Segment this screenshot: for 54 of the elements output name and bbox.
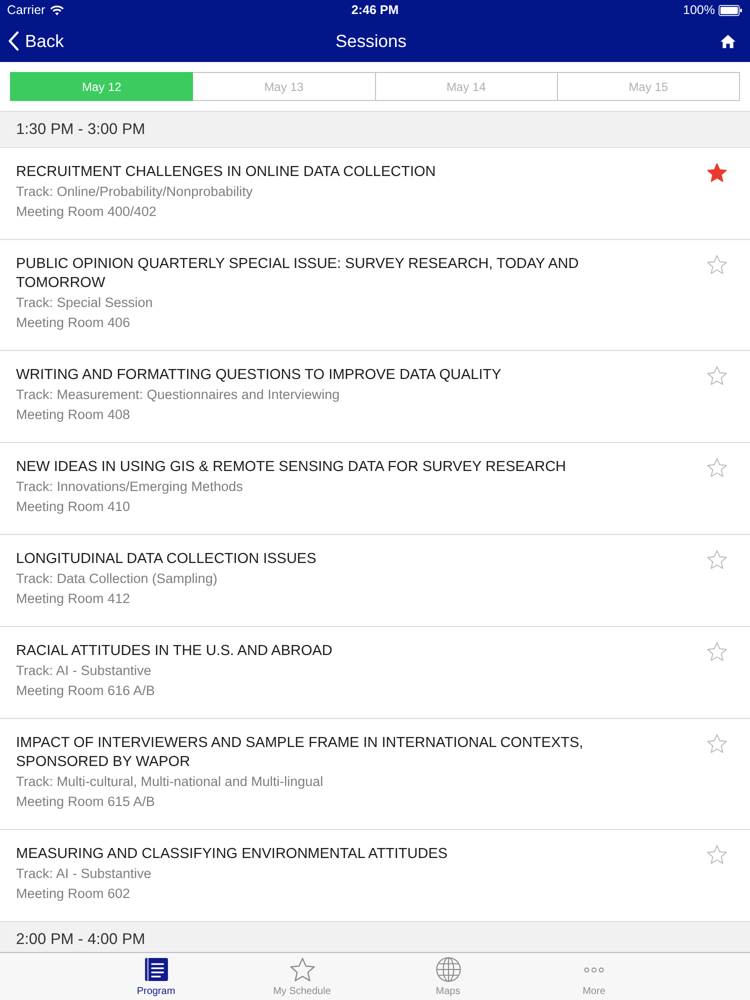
session-track: Track: AI - Substantive	[16, 865, 152, 883]
session-title: WRITING AND FORMATTING QUESTIONS TO IMPROVE DATA QUALITY	[16, 366, 502, 385]
carrier-label: Carrier	[7, 3, 46, 17]
star-icon[interactable]	[707, 255, 727, 274]
session-track: Track: Data Collection (Sampling)	[16, 570, 218, 588]
battery-percent: 100%	[683, 3, 715, 17]
home-icon[interactable]	[720, 34, 736, 48]
globe-icon	[436, 957, 460, 982]
session-room: Meeting Room 602	[16, 885, 132, 903]
star-outline-icon	[290, 957, 314, 982]
session-track: Track: Multi-cultural, Multi-national and Multi-lingual	[16, 773, 324, 791]
session-title: RECRUITMENT CHALLENGES IN ONLINE DATA COLLECTION	[16, 163, 437, 182]
session-room: Meeting Room 408	[16, 406, 132, 424]
session-row[interactable]: RACIAL ATTITUDES IN THE U.S. AND ABROAD Track: AI - Substantive Meeting Room 616 A/B	[0, 627, 750, 719]
session-row[interactable]: MEASURING AND CLASSIFYING ENVIRONMENTAL ATTITUDES Track: AI - Substantive Meeting Room 602	[0, 830, 750, 922]
session-title: NEW IDEAS IN USING GIS & REMOTE SENSING DATA FOR SURVEY RESEARCH	[16, 458, 568, 477]
battery-icon	[718, 4, 743, 16]
session-title: LONGITUDINAL DATA COLLECTION ISSUES	[16, 550, 318, 569]
session-title: RACIAL ATTITUDES IN THE U.S. AND ABROAD	[16, 642, 334, 661]
star-icon[interactable]	[707, 734, 727, 753]
ellipsis-icon	[584, 967, 604, 973]
star-icon[interactable]	[707, 642, 727, 661]
status-time: 2:46 PM	[351, 3, 399, 17]
session-track: Track: Innovations/Emerging Methods	[16, 478, 244, 496]
session-title: MEASURING AND CLASSIFYING ENVIRONMENTAL ATTITUDES	[16, 845, 449, 864]
session-row[interactable]: WRITING AND FORMATTING QUESTIONS TO IMPROVE DATA QUALITY Track: Measurement: Questionnaires and Interviewing Meeting Room 408	[0, 351, 750, 443]
session-track: Track: Online/Probability/Nonprobability	[16, 183, 254, 201]
session-row[interactable]: IMPACT OF INTERVIEWERS AND SAMPLE FRAME IN INTERNATIONAL CONTEXTS, SPONSORED BY WAPOR Track: Multi-cultural, Multi-national and Multi-lingual Meeting Room 615 A/B	[0, 719, 750, 830]
session-title: PUBLIC OPINION QUARTERLY SPECIAL ISSUE: SURVEY RESEARCH, TODAY AND TOMORROW	[16, 255, 580, 293]
session-title: IMPACT OF INTERVIEWERS AND SAMPLE FRAME IN INTERNATIONAL CONTEXTS, SPONSORED BY WAPOR	[16, 734, 584, 772]
session-room: Meeting Room 410	[16, 498, 132, 516]
session-room: Meeting Room 616 A/B	[16, 682, 156, 700]
wifi-icon	[50, 4, 64, 16]
session-room: Meeting Room 406	[16, 314, 132, 332]
star-icon[interactable]	[707, 458, 727, 477]
session-row[interactable]: PUBLIC OPINION QUARTERLY SPECIAL ISSUE: SURVEY RESEARCH, TODAY AND TOMORROW Track: Special Session Meeting Room 406	[0, 240, 750, 351]
back-button[interactable]: Back	[6, 28, 66, 54]
document-icon	[144, 957, 168, 982]
session-row[interactable]: LONGITUDINAL DATA COLLECTION ISSUES Track: Data Collection (Sampling) Meeting Room 412	[0, 535, 750, 627]
session-row[interactable]: NEW IDEAS IN USING GIS & REMOTE SENSING DATA FOR SURVEY RESEARCH Track: Innovations/Emerging Methods Meeting Room 410	[0, 443, 750, 535]
star-icon[interactable]	[707, 845, 727, 864]
session-row[interactable]: RECRUITMENT CHALLENGES IN ONLINE DATA COLLECTION Track: Online/Probability/Nonprobability Meeting Room 400/402	[0, 148, 750, 240]
star-icon[interactable]	[707, 550, 727, 569]
nav-title: Sessions	[335, 30, 406, 52]
session-room: Meeting Room 615 A/B	[16, 793, 156, 811]
tab-bar-item[interactable]: Program	[83, 953, 229, 1000]
star-icon[interactable]	[707, 366, 727, 385]
star-icon[interactable]	[707, 163, 727, 182]
session-track: Track: Special Session	[16, 294, 154, 312]
session-track: Track: AI - Substantive	[16, 662, 152, 680]
session-room: Meeting Room 412	[16, 590, 132, 608]
session-track: Track: Measurement: Questionnaires and Interviewing	[16, 386, 341, 404]
session-room: Meeting Room 400/402	[16, 203, 158, 221]
chevron-left-icon	[8, 31, 19, 51]
